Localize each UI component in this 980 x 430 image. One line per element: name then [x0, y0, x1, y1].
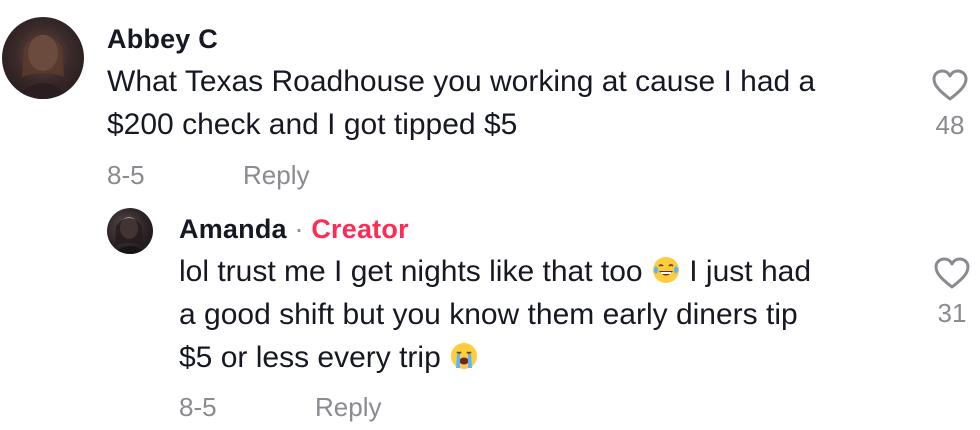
- reply-text-segment: lol trust me I get nights like that too: [179, 255, 643, 288]
- like-button[interactable]: 31: [932, 256, 972, 329]
- loudly-crying-face-icon: [451, 343, 478, 369]
- separator-dot: ·: [294, 214, 304, 244]
- reply-text: lol trust me I get nights like that too …: [179, 250, 811, 379]
- reply-text-line: a good shift but you know them early din…: [179, 298, 798, 331]
- avatar[interactable]: [107, 208, 153, 254]
- reply-text-line: lol trust me I get nights like that too …: [179, 250, 811, 293]
- like-count: 31: [937, 298, 967, 328]
- reply-button[interactable]: Reply: [315, 392, 381, 423]
- comment-username[interactable]: Abbey C: [107, 24, 218, 55]
- avatar[interactable]: [2, 17, 84, 99]
- reply-username[interactable]: Amanda: [179, 214, 287, 244]
- comment-text-line: $200 check and I got tipped $5: [107, 108, 518, 141]
- reply-text-segment: $5 or less every trip: [179, 341, 441, 374]
- reply-button[interactable]: Reply: [243, 160, 309, 191]
- comment-text-line: What Texas Roadhouse you working at caus…: [107, 65, 816, 98]
- reply-text-segment: I just had: [689, 255, 812, 288]
- reply-username-row: Amanda · Creator: [179, 214, 409, 245]
- reply-date: 8-5: [179, 392, 217, 422]
- heart-outline-icon: [932, 69, 968, 101]
- comment-text: What Texas Roadhouse you working at caus…: [107, 60, 815, 146]
- comment-date: 8-5: [107, 160, 145, 190]
- heart-outline-icon: [934, 257, 970, 289]
- like-count: 48: [935, 110, 965, 140]
- comment-thread: Abbey C What Texas Roadhouse you working…: [0, 0, 980, 430]
- face-with-tears-of-joy-icon: [652, 257, 679, 283]
- like-button[interactable]: 48: [930, 68, 970, 141]
- creator-badge: Creator: [311, 214, 409, 244]
- reply-text-line: $5 or less every trip: [179, 336, 811, 379]
